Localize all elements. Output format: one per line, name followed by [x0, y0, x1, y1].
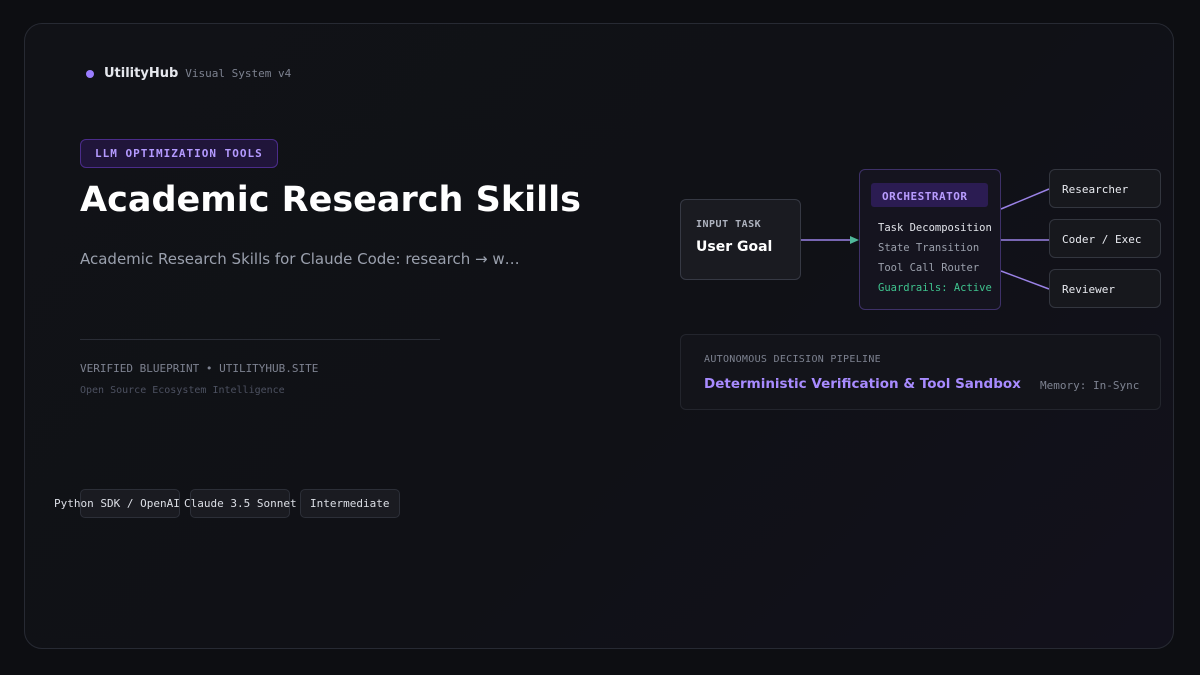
pipeline-panel: [680, 334, 1161, 410]
guardrails-status: Guardrails: Active: [878, 282, 992, 294]
connector-researcher: [1000, 188, 1050, 210]
orchestrator-step: Tool Call Router: [878, 262, 980, 274]
connector-reviewer: [1000, 270, 1050, 290]
agent-label-coder: Coder / Exec: [1062, 233, 1142, 246]
orchestrator-step: State Transition: [878, 242, 980, 254]
agent-label-researcher: Researcher: [1062, 183, 1129, 196]
agent-label-reviewer: Reviewer: [1062, 283, 1115, 296]
memory-status: Memory: In-Sync: [1040, 379, 1140, 392]
pipeline-label: AUTONOMOUS DECISION PIPELINE: [704, 354, 881, 365]
pipeline-title: Deterministic Verification & Tool Sandbo…: [704, 376, 1021, 392]
input-node-label: INPUT TASK: [696, 219, 762, 230]
orchestrator-title: ORCHESTRATOR: [882, 190, 968, 203]
input-node-goal: User Goal: [696, 239, 773, 255]
arrow-head-icon: [850, 236, 859, 244]
orchestrator-step: Task Decomposition: [878, 222, 992, 234]
